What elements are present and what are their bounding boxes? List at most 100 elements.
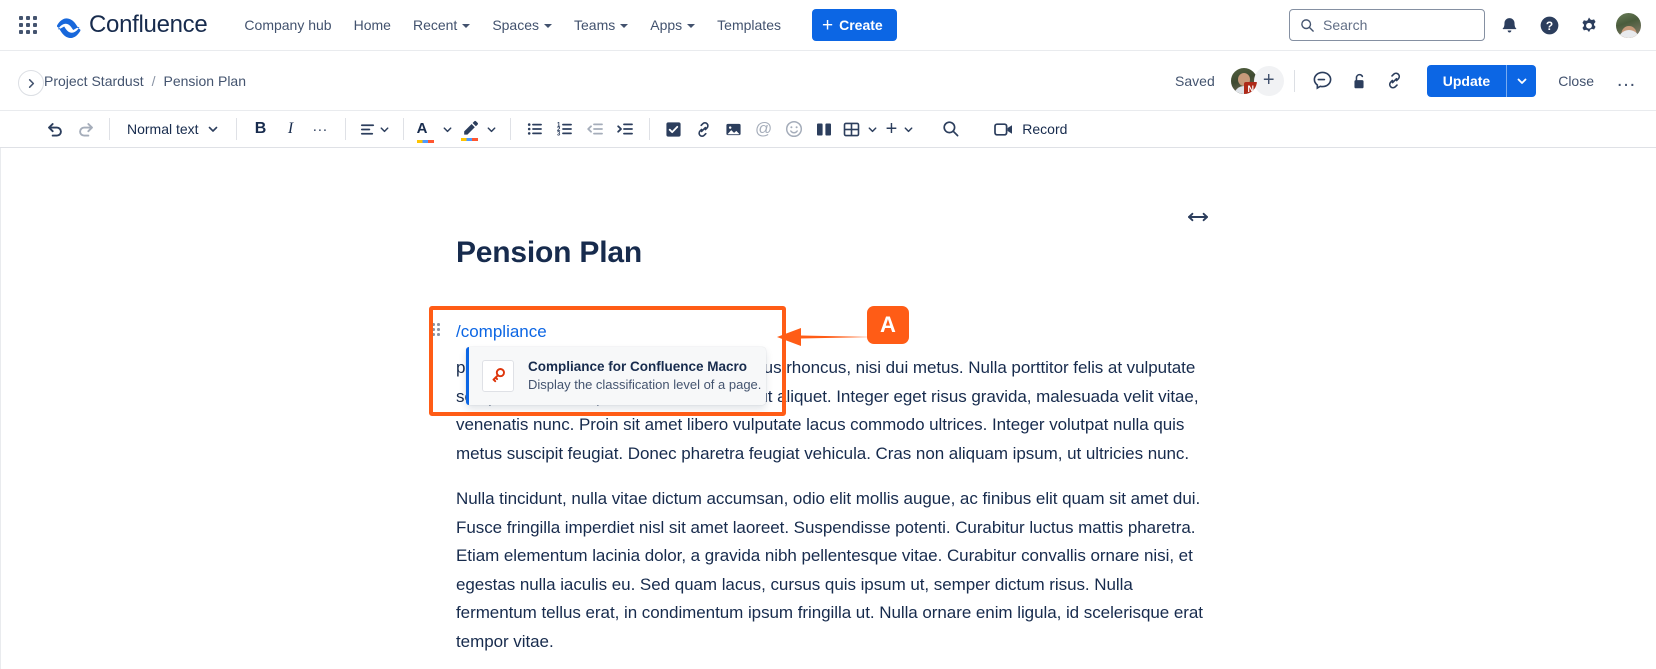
- record-button[interactable]: Record: [986, 114, 1075, 144]
- indent-icon: [616, 123, 633, 135]
- editor-toolbar: Normal text B I … A 1 2 3 @ + Record: [0, 110, 1656, 148]
- add-collaborator-button[interactable]: +: [1253, 65, 1284, 96]
- annotation-arrow: [777, 328, 873, 346]
- text-color-dropdown[interactable]: A: [413, 114, 457, 144]
- global-navigation-bar: Confluence Company hub Home Recent Space…: [0, 0, 1656, 51]
- macro-suggestion-popup[interactable]: Compliance for Confluence Macro Display …: [466, 347, 766, 405]
- macro-suggestion-text: Compliance for Confluence Macro Display …: [528, 358, 761, 394]
- numbered-list-icon: 123: [557, 122, 572, 138]
- video-camera-icon: [994, 122, 1013, 136]
- breadcrumb: Project Stardust / Pension Plan: [44, 73, 246, 89]
- highlight-color-dropdown[interactable]: [457, 114, 501, 144]
- chevron-down-icon: [208, 126, 217, 132]
- highlight-swatch: [460, 137, 478, 141]
- chevron-down-icon: [544, 24, 553, 28]
- find-replace-button[interactable]: [936, 114, 966, 144]
- search-icon: [1301, 18, 1314, 32]
- toolbar-divider: [235, 118, 237, 140]
- settings-gear-icon[interactable]: [1573, 9, 1605, 41]
- nav-recent[interactable]: Recent: [402, 10, 481, 40]
- search-icon: [943, 121, 959, 137]
- toolbar-divider: [648, 118, 650, 140]
- chevron-down-icon: [487, 126, 496, 132]
- mention-button[interactable]: @: [749, 114, 779, 144]
- update-dropdown-button[interactable]: [1506, 64, 1537, 97]
- chevron-down-icon: [620, 24, 629, 28]
- close-button[interactable]: Close: [1546, 66, 1606, 96]
- svg-text:?: ?: [1545, 19, 1552, 33]
- link-icon: [698, 121, 709, 137]
- restrictions-padlock-icon[interactable]: [1343, 65, 1375, 97]
- chevron-right-icon: [28, 78, 34, 88]
- highlight-icon: [463, 120, 478, 135]
- create-button[interactable]: + Create: [811, 9, 897, 41]
- bold-button[interactable]: B: [246, 114, 276, 144]
- copy-link-icon[interactable]: [1379, 65, 1411, 97]
- search-placeholder: Search: [1323, 17, 1368, 33]
- undo-icon[interactable]: [40, 114, 70, 144]
- text-color-letter: A: [416, 120, 428, 137]
- confluence-logo-home-link[interactable]: Confluence: [56, 11, 208, 39]
- redo-icon[interactable]: [70, 114, 100, 144]
- help-icon[interactable]: ?: [1533, 9, 1565, 41]
- indent-button[interactable]: [610, 114, 640, 144]
- editor-canvas[interactable]: Pension Plan /compliance piscing elit. V…: [0, 148, 1656, 669]
- search-input[interactable]: Search: [1289, 9, 1485, 41]
- toolbar-divider: [109, 118, 110, 140]
- toolbar-divider: [509, 118, 511, 140]
- chevron-down-icon: [687, 24, 696, 28]
- nav-home[interactable]: Home: [343, 10, 402, 40]
- toolbar-divider: [344, 118, 346, 140]
- outdent-icon: [586, 123, 603, 135]
- bullet-list-button[interactable]: [520, 114, 550, 144]
- nav-templates[interactable]: Templates: [706, 10, 792, 40]
- chevron-down-icon: [380, 126, 389, 132]
- profile-avatar[interactable]: [1615, 11, 1642, 39]
- emoji-icon: [785, 120, 802, 138]
- nav-company-hub[interactable]: Company hub: [233, 10, 342, 40]
- drag-handle-icon[interactable]: [432, 323, 440, 336]
- outdent-button[interactable]: [580, 114, 610, 144]
- svg-text:3: 3: [557, 132, 561, 138]
- action-item-button[interactable]: [659, 114, 689, 144]
- collaborator-badge: N: [1243, 81, 1257, 94]
- insert-image-button[interactable]: [719, 114, 749, 144]
- numbered-list-button[interactable]: 123: [550, 114, 580, 144]
- expand-sidebar-button[interactable]: [18, 70, 44, 96]
- layouts-button[interactable]: [809, 114, 839, 144]
- text-align-dropdown[interactable]: [355, 114, 394, 144]
- insert-more-button[interactable]: +: [882, 114, 919, 144]
- page-title[interactable]: Pension Plan: [456, 236, 642, 270]
- nav-apps[interactable]: Apps: [639, 10, 706, 40]
- global-nav-right-group: Search ?: [1289, 9, 1656, 41]
- italic-button[interactable]: I: [276, 114, 306, 144]
- emoji-button[interactable]: [779, 114, 809, 144]
- notifications-icon[interactable]: [1493, 9, 1525, 41]
- breadcrumb-space-link[interactable]: Project Stardust: [44, 73, 144, 89]
- breadcrumb-page-link[interactable]: Pension Plan: [164, 73, 247, 89]
- more-formatting-button[interactable]: …: [306, 114, 336, 144]
- breadcrumb-separator: /: [151, 72, 156, 89]
- insert-link-button[interactable]: [689, 114, 719, 144]
- nav-teams[interactable]: Teams: [563, 10, 639, 40]
- record-label: Record: [1022, 121, 1068, 137]
- confluence-editor-screen: Confluence Company hub Home Recent Space…: [0, 0, 1656, 669]
- app-switcher-icon[interactable]: [14, 11, 42, 39]
- chevron-down-icon: [462, 24, 471, 28]
- text-style-dropdown[interactable]: Normal text: [119, 114, 227, 144]
- update-button[interactable]: Update: [1426, 64, 1507, 97]
- table-icon: [843, 122, 859, 136]
- nav-spaces[interactable]: Spaces: [481, 10, 563, 40]
- comment-icon[interactable]: [1307, 65, 1339, 97]
- more-actions-button[interactable]: …: [1610, 65, 1642, 97]
- plus-icon: +: [821, 14, 834, 36]
- page-header-actions: Saved N + Update Close …: [1175, 64, 1656, 97]
- width-adjust-icon[interactable]: [1186, 210, 1210, 229]
- chevron-down-icon: [904, 126, 913, 132]
- confluence-logo-icon: [56, 12, 82, 38]
- text-align-icon: [360, 123, 374, 135]
- primary-nav-links: Company hub Home Recent Spaces Teams App…: [233, 10, 792, 40]
- insert-table-button[interactable]: [839, 114, 882, 144]
- toolbar-divider: [402, 118, 404, 140]
- slash-command-text: /compliance: [456, 322, 547, 341]
